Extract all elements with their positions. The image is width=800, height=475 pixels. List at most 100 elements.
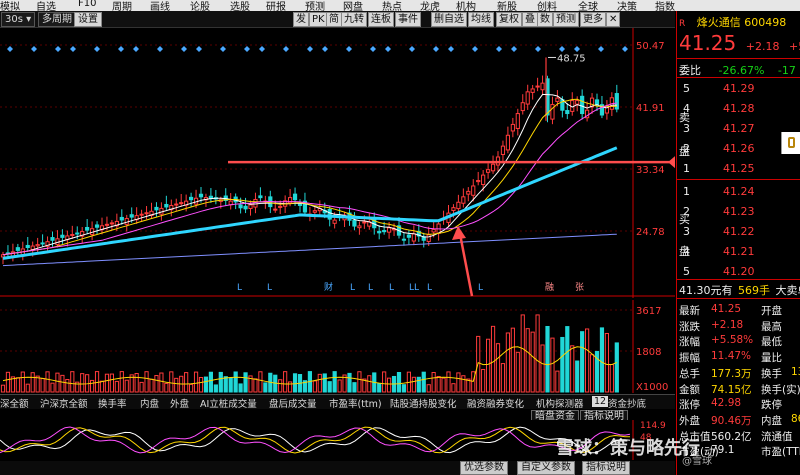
volume-bar[interactable] (45, 371, 50, 393)
menu-item-11[interactable]: 龙虎 (420, 0, 440, 11)
toolbar-button-1[interactable]: PK (309, 12, 328, 27)
volume-bar[interactable] (500, 363, 506, 393)
volume-bar[interactable] (70, 371, 75, 393)
volume-bar[interactable] (456, 372, 461, 393)
volume-bar[interactable] (560, 336, 565, 393)
volume-bar[interactable] (25, 383, 30, 393)
candle[interactable] (594, 99, 600, 106)
volume-bar[interactable] (312, 380, 317, 393)
candle[interactable] (525, 91, 530, 105)
volume-chart[interactable]: 3617 1808 X1000 (0, 300, 675, 393)
volume-bar[interactable] (461, 375, 466, 393)
volume-bar[interactable] (540, 344, 545, 393)
candle[interactable] (406, 234, 411, 238)
ask-price[interactable]: 41.27 (723, 122, 763, 135)
candle[interactable] (520, 102, 525, 112)
candle[interactable] (139, 213, 144, 216)
volume-bar[interactable] (570, 345, 575, 393)
candle[interactable] (208, 195, 214, 199)
multi-period-button[interactable]: 多周期 (38, 12, 76, 27)
side-popup[interactable] (781, 132, 800, 154)
toolbar-button-5[interactable]: 事件 (395, 12, 421, 27)
candle[interactable] (129, 214, 134, 218)
toolbar-button-6[interactable]: 删自选 (431, 12, 467, 27)
volume-bar[interactable] (481, 368, 486, 393)
volume-bar[interactable] (5, 371, 11, 393)
indicator-tab-5[interactable]: AI立桩成交量 (200, 396, 257, 410)
toolbar-button-3[interactable]: 九转 (341, 12, 367, 27)
volume-bar[interactable] (614, 342, 619, 393)
volume-bar[interactable] (337, 379, 342, 393)
volume-bar[interactable] (164, 382, 169, 393)
volume-bar[interactable] (174, 377, 179, 393)
volume-bar[interactable] (218, 371, 223, 393)
volume-bar[interactable] (243, 372, 248, 393)
volume-bar[interactable] (347, 372, 352, 393)
toolbar-button-2[interactable]: 简 (326, 12, 342, 27)
volume-bar[interactable] (609, 364, 614, 393)
candle[interactable] (540, 82, 545, 91)
menu-item-14[interactable]: 创料 (537, 0, 557, 11)
candle[interactable] (401, 238, 407, 241)
volume-bar[interactable] (317, 373, 322, 393)
volume-bar[interactable] (515, 351, 520, 393)
volume-bar[interactable] (15, 377, 20, 393)
volume-bar[interactable] (119, 371, 124, 393)
volume-bar[interactable] (292, 373, 298, 393)
candle[interactable] (75, 232, 80, 235)
volume-bar[interactable] (184, 372, 189, 393)
volume-bar[interactable] (401, 384, 407, 393)
candle[interactable] (104, 223, 110, 226)
candle[interactable] (575, 100, 580, 105)
candle[interactable] (510, 123, 515, 132)
volume-bar[interactable] (60, 374, 65, 393)
volume-bar[interactable] (535, 314, 540, 393)
candle[interactable] (580, 95, 585, 115)
candle[interactable] (471, 185, 476, 196)
volume-bar[interactable] (550, 337, 555, 393)
menu-item-8[interactable]: 预测 (305, 0, 325, 11)
volume-bar[interactable] (505, 332, 510, 393)
volume-bar[interactable] (223, 376, 228, 393)
indicator-tab-2[interactable]: 换手率 (98, 396, 127, 410)
volume-bar[interactable] (94, 371, 100, 393)
candle[interactable] (144, 212, 149, 215)
volume-bar[interactable] (253, 378, 258, 393)
candle[interactable] (377, 230, 382, 234)
volume-bar[interactable] (159, 372, 164, 393)
event-mark[interactable]: 融 (545, 282, 554, 293)
event-mark[interactable]: L (389, 283, 394, 293)
volume-bar[interactable] (50, 382, 55, 393)
volume-bar[interactable] (396, 372, 402, 393)
candle[interactable] (154, 206, 159, 211)
ask-price[interactable]: 41.28 (723, 102, 763, 115)
volume-bar[interactable] (530, 331, 535, 393)
volume-bar[interactable] (263, 382, 268, 393)
bid-price[interactable]: 41.20 (723, 265, 763, 278)
custom-params-button[interactable]: 自定义参数 (517, 461, 575, 475)
menu-item-2[interactable]: F10 (78, 0, 96, 9)
menu-item-0[interactable]: 模拟 (0, 0, 20, 11)
menu-item-9[interactable]: 网盘 (343, 0, 363, 11)
event-mark[interactable]: L (267, 283, 272, 293)
volume-bar[interactable] (30, 372, 35, 393)
volume-bar[interactable] (411, 376, 416, 393)
candle[interactable] (481, 174, 486, 185)
volume-bar[interactable] (327, 381, 332, 393)
candle[interactable] (357, 225, 362, 229)
indicator-tab-1[interactable]: 沪深京全额 (40, 396, 88, 410)
volume-bar[interactable] (258, 371, 263, 393)
toolbar-button-0[interactable]: 发 (293, 12, 309, 27)
volume-bar[interactable] (387, 377, 392, 393)
volume-bar[interactable] (555, 370, 560, 393)
volume-bar[interactable] (144, 371, 149, 393)
menu-item-4[interactable]: 画线 (150, 0, 170, 11)
event-mark[interactable]: L (368, 283, 373, 293)
candle[interactable] (426, 234, 431, 242)
volume-bar[interactable] (332, 371, 337, 393)
period-select[interactable]: 30s ▾ (1, 12, 35, 27)
volume-bar[interactable] (109, 373, 115, 393)
candle[interactable] (258, 195, 263, 199)
volume-bar[interactable] (416, 376, 421, 393)
candle[interactable] (312, 210, 317, 213)
